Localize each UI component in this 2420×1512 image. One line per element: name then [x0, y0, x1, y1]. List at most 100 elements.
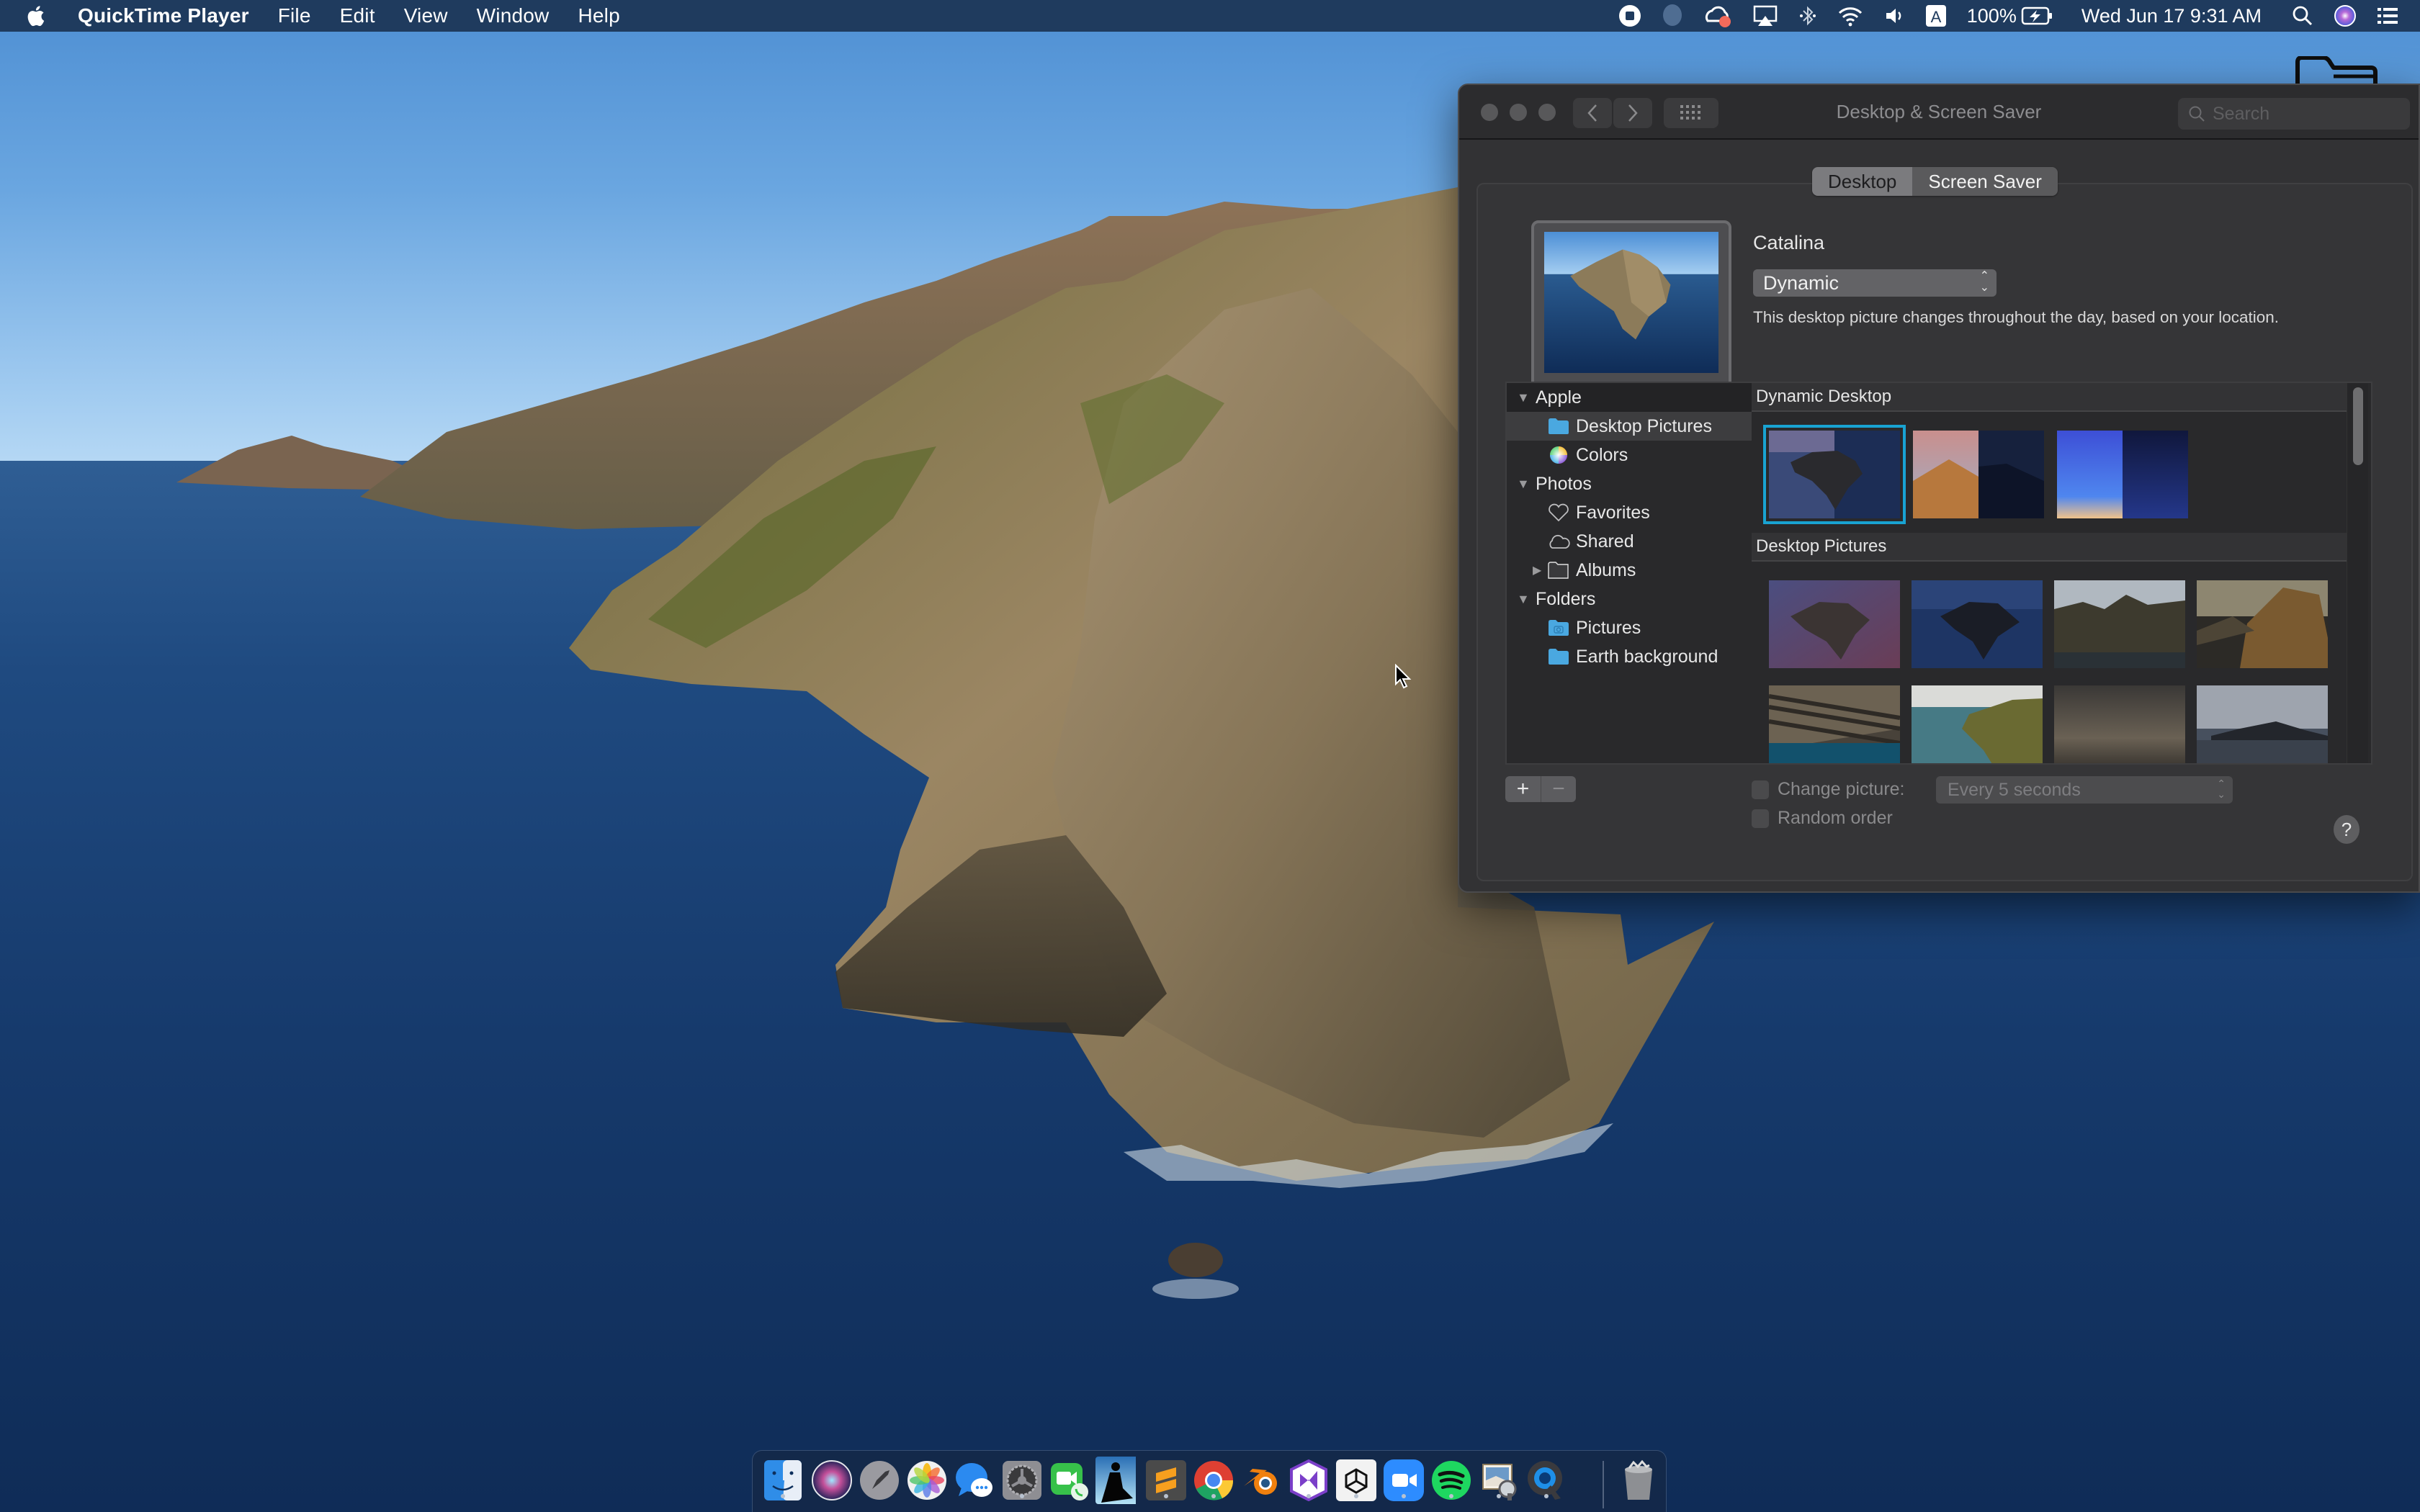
- search-field[interactable]: [2178, 98, 2410, 130]
- thumbnail-desktop-picture[interactable]: [1769, 685, 1900, 763]
- thumbnail-catalina-dynamic[interactable]: [1763, 425, 1906, 524]
- wallpaper-description: This desktop picture changes throughout …: [1753, 308, 2280, 326]
- thumbnail-desktop-picture[interactable]: [1912, 580, 2043, 668]
- change-interval-value: Every 5 seconds: [1948, 779, 2081, 800]
- appearance-mode-dropdown[interactable]: Dynamic ⌃ ⌄: [1753, 269, 1996, 297]
- menu-help[interactable]: Help: [578, 4, 619, 27]
- thumbnail-solar-gradients-dynamic[interactable]: [2057, 431, 2188, 518]
- disclosure-expanded-icon[interactable]: ▼: [1517, 592, 1530, 607]
- wifi-icon[interactable]: [1837, 0, 1863, 32]
- scrollbar-thumb[interactable]: [2353, 387, 2363, 465]
- change-picture-checkbox[interactable]: [1752, 780, 1769, 799]
- album-folder-icon: [1547, 560, 1570, 580]
- dock-app-preview[interactable]: [1479, 1459, 1519, 1501]
- mouse-cursor-icon: [1394, 663, 1413, 693]
- menu-window[interactable]: Window: [477, 4, 550, 27]
- folder-icon: [1547, 416, 1570, 436]
- source-item-earth-background[interactable]: Earth background: [1507, 642, 1752, 671]
- source-group-folders[interactable]: ▼ Folders: [1507, 585, 1752, 613]
- running-indicator: [1020, 1494, 1024, 1498]
- source-item-shared[interactable]: Shared: [1507, 527, 1752, 556]
- messages-bubble-icon[interactable]: [1662, 0, 1683, 32]
- menu-file[interactable]: File: [278, 4, 311, 27]
- running-indicator: [1402, 1494, 1406, 1498]
- photos-icon: [908, 1461, 946, 1500]
- remove-folder-button[interactable]: −: [1541, 776, 1576, 802]
- search-icon: [2189, 106, 2205, 122]
- dock-app-quicktime-player[interactable]: [1526, 1459, 1567, 1501]
- messenger-icon: [956, 1463, 992, 1497]
- disclosure-collapsed-icon[interactable]: ▶: [1533, 563, 1541, 577]
- thumbnail-desktop-picture[interactable]: [2054, 685, 2185, 763]
- source-group-apple[interactable]: ▼ Apple: [1507, 383, 1752, 412]
- apple-menu-icon[interactable]: [26, 5, 62, 27]
- dock: [752, 1450, 1667, 1512]
- dock-app-photos[interactable]: [907, 1459, 947, 1501]
- help-button[interactable]: ?: [2334, 815, 2360, 844]
- screen-record-stop-icon[interactable]: [1618, 0, 1641, 32]
- spotlight-icon[interactable]: [2292, 0, 2313, 32]
- thumbnail-desktop-picture[interactable]: [1769, 580, 1900, 668]
- source-list: ▼ Apple Desktop Pictures Colors ▼ Photos…: [1505, 382, 1753, 765]
- menu-clock[interactable]: Wed Jun 17 9:31 AM: [2081, 0, 2262, 32]
- dock-app-sublime-text[interactable]: [1146, 1459, 1186, 1501]
- menu-app-name[interactable]: QuickTime Player: [78, 4, 249, 27]
- battery-charging-icon[interactable]: [2021, 0, 2053, 32]
- source-group-photos[interactable]: ▼ Photos: [1507, 469, 1752, 498]
- dock-app-blender[interactable]: [1241, 1459, 1281, 1501]
- dock-app-zoom[interactable]: [1384, 1459, 1424, 1501]
- menu-edit[interactable]: Edit: [340, 4, 375, 27]
- battery-percent[interactable]: 100%: [1967, 0, 2017, 32]
- volume-icon[interactable]: [1883, 0, 1905, 32]
- airplay-icon[interactable]: [1752, 0, 1778, 32]
- thumbnail-desktop-picture[interactable]: [2054, 580, 2185, 668]
- dock-app-google-chrome[interactable]: [1193, 1459, 1234, 1501]
- dock-app-system-preferences[interactable]: [1002, 1459, 1042, 1501]
- dock-app-spotify[interactable]: [1431, 1459, 1471, 1501]
- bluetooth-icon[interactable]: [1798, 0, 1817, 32]
- source-item-colors[interactable]: Colors: [1507, 441, 1752, 469]
- folder-icon: [1547, 647, 1570, 667]
- add-folder-button[interactable]: +: [1505, 776, 1541, 802]
- vertical-scrollbar[interactable]: [2347, 383, 2368, 763]
- notification-center-icon[interactable]: [2377, 0, 2398, 32]
- tab-screen-saver[interactable]: Screen Saver: [1912, 167, 2058, 196]
- thumbnail-desktop-picture[interactable]: [1912, 685, 2043, 763]
- change-interval-dropdown[interactable]: Every 5 seconds ⌃ ⌄: [1936, 776, 2233, 804]
- image-browser: Dynamic Desktop Desktop Pictures: [1752, 382, 2372, 765]
- dock-app-messenger[interactable]: [954, 1459, 995, 1501]
- siri-icon[interactable]: [2334, 0, 2357, 32]
- trash-icon: [1625, 1459, 1652, 1500]
- search-input[interactable]: [2213, 103, 2400, 125]
- source-item-favorites[interactable]: Favorites: [1507, 498, 1752, 527]
- random-order-checkbox[interactable]: [1752, 809, 1769, 828]
- thumbnail-desktop-picture[interactable]: [2197, 685, 2328, 763]
- wallpaper-preview: [1531, 220, 1731, 392]
- dock-app-visual-studio[interactable]: [1289, 1459, 1329, 1501]
- add-remove-buttons: + −: [1505, 776, 1576, 802]
- disclosure-expanded-icon[interactable]: ▼: [1517, 477, 1530, 492]
- thumbnail-desktop-picture[interactable]: [2197, 580, 2328, 668]
- creative-cloud-icon[interactable]: [1703, 0, 1732, 32]
- source-item-pictures[interactable]: Pictures: [1507, 613, 1752, 642]
- dock-app-kindle[interactable]: [1095, 1457, 1136, 1504]
- dock-app-facetime[interactable]: [1049, 1459, 1090, 1501]
- input-source-icon[interactable]: A: [1925, 0, 1947, 32]
- dock-app-launchpad[interactable]: [859, 1459, 900, 1501]
- tab-desktop[interactable]: Desktop: [1812, 167, 1913, 196]
- dock-trash[interactable]: [1618, 1459, 1659, 1501]
- source-item-desktop-pictures[interactable]: Desktop Pictures: [1507, 412, 1752, 441]
- dock-app-finder[interactable]: [763, 1459, 803, 1501]
- thumbnail-mojave-dynamic[interactable]: [1913, 431, 2044, 518]
- menu-view[interactable]: View: [404, 4, 448, 27]
- dock-app-siri[interactable]: [812, 1459, 852, 1501]
- source-item-albums[interactable]: ▶ Albums: [1507, 556, 1752, 585]
- kindle-icon: [1095, 1457, 1136, 1504]
- dock-app-unity[interactable]: [1336, 1459, 1376, 1501]
- running-indicator: [1497, 1494, 1501, 1498]
- updown-chevron-icon: ⌃ ⌄: [1979, 270, 1989, 294]
- disclosure-expanded-icon[interactable]: ▼: [1517, 390, 1530, 405]
- siri-icon: [812, 1460, 852, 1500]
- window-titlebar[interactable]: Desktop & Screen Saver: [1459, 85, 2419, 140]
- heart-icon: [1547, 503, 1570, 523]
